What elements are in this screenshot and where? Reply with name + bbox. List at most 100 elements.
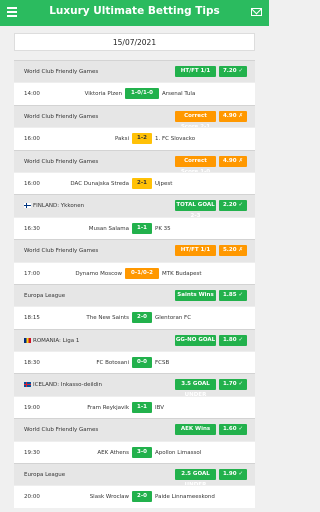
tip-badge: GG-NO GOAL <box>175 334 216 346</box>
match-time: 16:00 <box>24 136 40 143</box>
league-name-text: World Club Friendly Games <box>24 427 99 434</box>
league-name-text: World Club Friendly Games <box>24 69 99 75</box>
league-header: World Club Friendly Games AEK Wins 1.60 ✓ <box>14 418 255 441</box>
league-name-text: Europa League <box>24 472 66 479</box>
match-score: 0-0 <box>132 357 152 369</box>
league-name-text: ROMANIA: Liga 1 <box>33 337 80 344</box>
match-row[interactable]: 20:00 Slask Wroclaw 2-0 Paide Linnameeskond <box>14 485 255 508</box>
match-time: 20:00 <box>24 494 40 501</box>
league-name: World Club Friendly Games <box>24 427 98 433</box>
app-title: Luxury Ultimate Betting Tips <box>49 5 220 17</box>
league-name-text: FINLAND: Ykkonen <box>33 203 85 210</box>
league-name: FINLAND: Ykkonen <box>24 203 84 209</box>
league-name-text: Europa League <box>24 292 66 299</box>
tip-badge: Saints Wins <box>175 289 216 301</box>
league-name: Europa League <box>24 293 65 299</box>
match-row[interactable]: 19:30 AEK Athens 3-0 Apollon Limassol <box>14 440 255 464</box>
match-score: 2-0 <box>132 312 152 324</box>
odds-result-badge: 1.70 ✓ <box>219 379 247 391</box>
league-header: ROMANIA: Liga 1 GG-NO GOAL 1.80 ✓ <box>14 328 255 352</box>
league-name-text: World Club Friendly Games <box>24 113 99 120</box>
league-name: World Club Friendly Games <box>24 248 98 254</box>
match-time: 14:00 <box>24 91 40 98</box>
league-name: World Club Friendly Games <box>24 159 98 165</box>
finland-flag-icon <box>24 203 31 209</box>
league-header: Europa League Saints Wins 1.85 ✓ <box>14 283 255 307</box>
home-team: Dynamo Moscow <box>75 270 122 277</box>
match-time: 17:00 <box>24 270 40 277</box>
away-team: Paide Linnameeskond <box>155 494 215 501</box>
home-team: AEK Athens <box>97 449 129 456</box>
league-header: Europa League 2.5 GOAL UNDER1.90 ✓ <box>14 463 255 488</box>
tip-badge: 3.5 GOAL UNDER <box>175 379 216 398</box>
league-name: Europa League <box>24 472 65 478</box>
odds-result-badge: 1.90 ✓ <box>219 469 247 481</box>
match-row[interactable]: 16:00 Paksi 1-2 1. FC Slovacko <box>14 127 255 150</box>
away-team: PK 35 <box>155 225 171 232</box>
home-team: The New Saints <box>86 315 129 322</box>
tip-badge: TOTAL GOAL 2-3 <box>175 200 216 219</box>
away-team: Apollon Limassol <box>155 449 202 456</box>
tip-badge: 2.5 GOAL UNDER <box>175 469 216 488</box>
away-team: 1. FC Slovacko <box>155 136 196 143</box>
match-row[interactable]: 19:00 Fram Reykjavik 1-1 IBV <box>14 395 255 419</box>
league-header: World Club Friendly Games HT/FT 1/1 7.20 ✓ <box>14 60 255 83</box>
match-score: 1-0/1-0 <box>125 88 159 100</box>
home-team: Musan Salama <box>88 225 129 232</box>
tip-badge: HT/FT 1/1 <box>175 245 216 257</box>
tip-badge: Correct Score 1-0 <box>175 155 216 175</box>
match-time: 16:00 <box>24 180 40 187</box>
home-team: Paksi <box>114 136 129 143</box>
tip-badge: Correct Score 2-1 <box>175 110 216 130</box>
odds-result-badge: 5.20 ✗ <box>219 245 247 257</box>
odds-result-badge: 1.85 ✓ <box>219 289 247 301</box>
match-score: 2-0 <box>132 491 152 503</box>
odds-result-badge: 2.20 ✓ <box>219 200 247 212</box>
odds-result-badge: 4.90 ✗ <box>219 110 247 122</box>
match-row[interactable]: 18:15 The New Saints 2-0 Glentoran FC <box>14 306 255 329</box>
league-header: World Club Friendly Games HT/FT 1/1 5.20 ✗ <box>14 239 255 262</box>
match-score: 1-1 <box>132 222 152 234</box>
league-name: World Club Friendly Games <box>24 114 98 120</box>
match-row[interactable]: 16:00 DAC Dunajska Streda 2-1 Ujpest <box>14 171 255 195</box>
odds-result-badge: 7.20 ✓ <box>219 66 247 77</box>
app-bar: Luxury Ultimate Betting Tips <box>0 0 269 26</box>
league-header: ICELAND: Inkasso-deildin 3.5 GOAL UNDER1.… <box>14 373 255 398</box>
match-score: 0-1/0-2 <box>125 267 159 279</box>
home-team: Fram Reykjavik <box>87 404 129 411</box>
match-row[interactable]: 16:30 Musan Salama 1-1 PK 35 <box>14 216 255 240</box>
away-team: MTK Budapest <box>162 270 202 277</box>
match-row[interactable]: 18:30 FC Botosani 0-0 FCSB <box>14 351 255 374</box>
date-selector[interactable]: 15/07/2021 <box>14 33 255 51</box>
odds-result-badge: 1.60 ✓ <box>219 424 247 436</box>
away-team: Arsenal Tula <box>162 91 196 98</box>
match-score: 1-2 <box>132 133 152 145</box>
league-name: ROMANIA: Liga 1 <box>24 337 80 344</box>
match-score: 1-1 <box>132 401 152 413</box>
romania-flag-icon <box>24 337 31 343</box>
league-header: FINLAND: Ykkonen TOTAL GOAL 2-32.20 ✓ <box>14 194 255 219</box>
away-team: Glentoran FC <box>155 315 192 322</box>
league-name-text: ICELAND: Inkasso-deildin <box>33 382 103 389</box>
home-team: Viktoria Plzen <box>84 91 122 98</box>
away-team: FCSB <box>155 360 170 367</box>
league-header: World Club Friendly Games Correct Score 2… <box>14 104 255 130</box>
match-time: 19:30 <box>24 449 40 456</box>
home-team: FC Botosani <box>96 360 129 367</box>
home-team: DAC Dunajska Streda <box>70 180 129 187</box>
mail-icon[interactable] <box>251 8 262 16</box>
match-time: 16:30 <box>24 225 40 232</box>
league-name-text: World Club Friendly Games <box>24 248 99 255</box>
match-time: 18:15 <box>24 315 40 322</box>
odds-result-badge: 4.90 ✗ <box>219 155 247 167</box>
match-time: 18:30 <box>24 360 40 367</box>
match-row[interactable]: 17:00 Dynamo Moscow 0-1/0-2 MTK Budapest <box>14 261 255 284</box>
tip-badge: HT/FT 1/1 <box>175 66 216 77</box>
league-header: World Club Friendly Games Correct Score 1… <box>14 149 255 175</box>
away-team: Ujpest <box>155 180 173 187</box>
league-name-text: World Club Friendly Games <box>24 158 99 165</box>
tips-list: World Club Friendly Games HT/FT 1/1 7.20 ✓… <box>14 60 255 508</box>
iceland-flag-icon <box>24 382 31 388</box>
match-row[interactable]: 14:00 Viktoria Plzen 1-0/1-0 Arsenal Tula <box>14 82 255 105</box>
odds-result-badge: 1.80 ✓ <box>219 334 247 346</box>
